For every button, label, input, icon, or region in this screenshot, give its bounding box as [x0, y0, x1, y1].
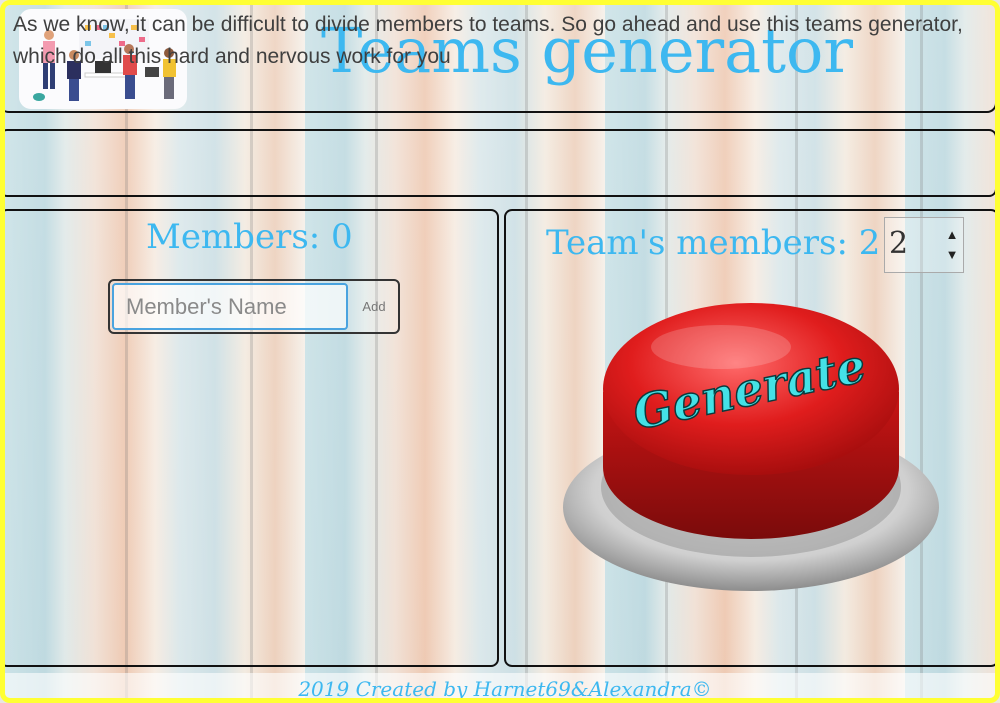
add-member-button[interactable]: Add — [350, 283, 398, 330]
triangle-down-icon[interactable]: ▼ — [943, 246, 961, 264]
intro-panel — [5, 129, 995, 197]
generate-button[interactable]: Generate — [561, 297, 941, 597]
members-panel — [5, 209, 499, 667]
footer-credits: 2019 Created by Harnet69&Alexandra© — [298, 677, 712, 701]
triangle-up-icon[interactable]: ▲ — [943, 226, 961, 244]
team-size-stepper[interactable]: 2 ▲ ▼ — [884, 217, 964, 273]
app-frame: Teams generator As we know, it can be di… — [0, 0, 1000, 703]
member-name-input[interactable] — [112, 283, 348, 330]
team-size-title: Team's members: 2 — [546, 223, 881, 263]
add-member-form: Add — [108, 279, 400, 334]
members-count-title: Members: 0 — [146, 217, 353, 257]
team-size-value: 2 — [889, 226, 909, 261]
intro-text: As we know, it can be difficult to divid… — [13, 13, 963, 68]
footer: 2019 Created by Harnet69&Alexandra© — [5, 673, 995, 701]
